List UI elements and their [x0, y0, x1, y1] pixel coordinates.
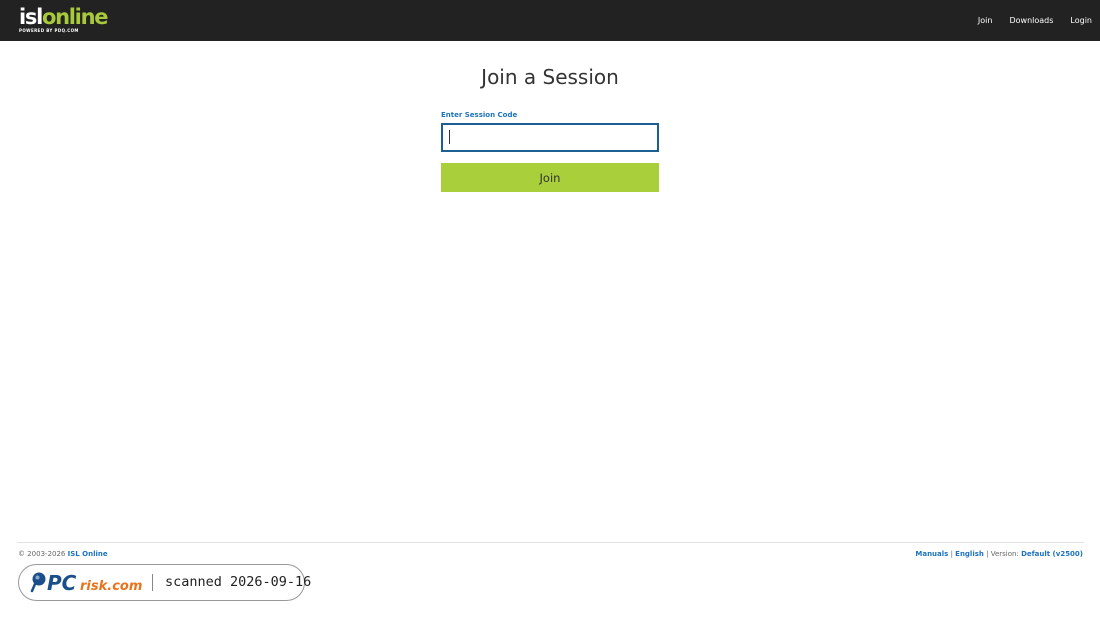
- copyright-text: © 2003-2026: [18, 550, 66, 558]
- pcrisk-rest-text: risk.com: [80, 579, 142, 594]
- footer-copyright: © 2003-2026 ISL Online: [18, 550, 108, 558]
- join-button[interactable]: Join: [441, 163, 659, 192]
- version-label: Version:: [990, 550, 1019, 558]
- language-link[interactable]: English: [955, 550, 984, 558]
- nav-login-link[interactable]: Login: [1070, 16, 1092, 25]
- pcrisk-pc-text: PC: [47, 571, 77, 595]
- footer-separator: |: [950, 550, 953, 558]
- badge-divider: [152, 574, 153, 591]
- main-nav: Join Downloads Login: [961, 0, 1092, 41]
- page-title: Join a Session: [481, 65, 619, 89]
- footer-divider: [17, 542, 1084, 543]
- footer-links: Manuals | English | Version: Default (v2…: [915, 550, 1083, 558]
- logo-wordmark: islonline: [19, 5, 108, 29]
- footer-separator: |: [986, 550, 989, 558]
- nav-downloads-link[interactable]: Downloads: [1009, 16, 1053, 25]
- logo-online-text: online: [42, 5, 108, 29]
- top-navbar: islonline POWERED BY PDQ.COM Join Downlo…: [0, 0, 1100, 41]
- pcrisk-logo-icon: PC risk.com: [30, 571, 142, 595]
- scan-date-text: scanned 2026-09-16: [165, 574, 312, 590]
- text-caret: [449, 130, 450, 144]
- session-code-label: Enter Session Code: [441, 111, 518, 119]
- logo-isl-text: isl: [19, 5, 43, 29]
- version-link[interactable]: Default (v2500): [1021, 550, 1083, 558]
- islonline-logo[interactable]: islonline POWERED BY PDQ.COM: [19, 5, 108, 36]
- session-code-input[interactable]: [441, 123, 659, 152]
- pcrisk-scan-badge: PC risk.com scanned 2026-09-16: [18, 564, 311, 601]
- isl-online-link[interactable]: ISL Online: [68, 550, 108, 558]
- nav-join-link[interactable]: Join: [978, 16, 993, 25]
- manuals-link[interactable]: Manuals: [915, 550, 948, 558]
